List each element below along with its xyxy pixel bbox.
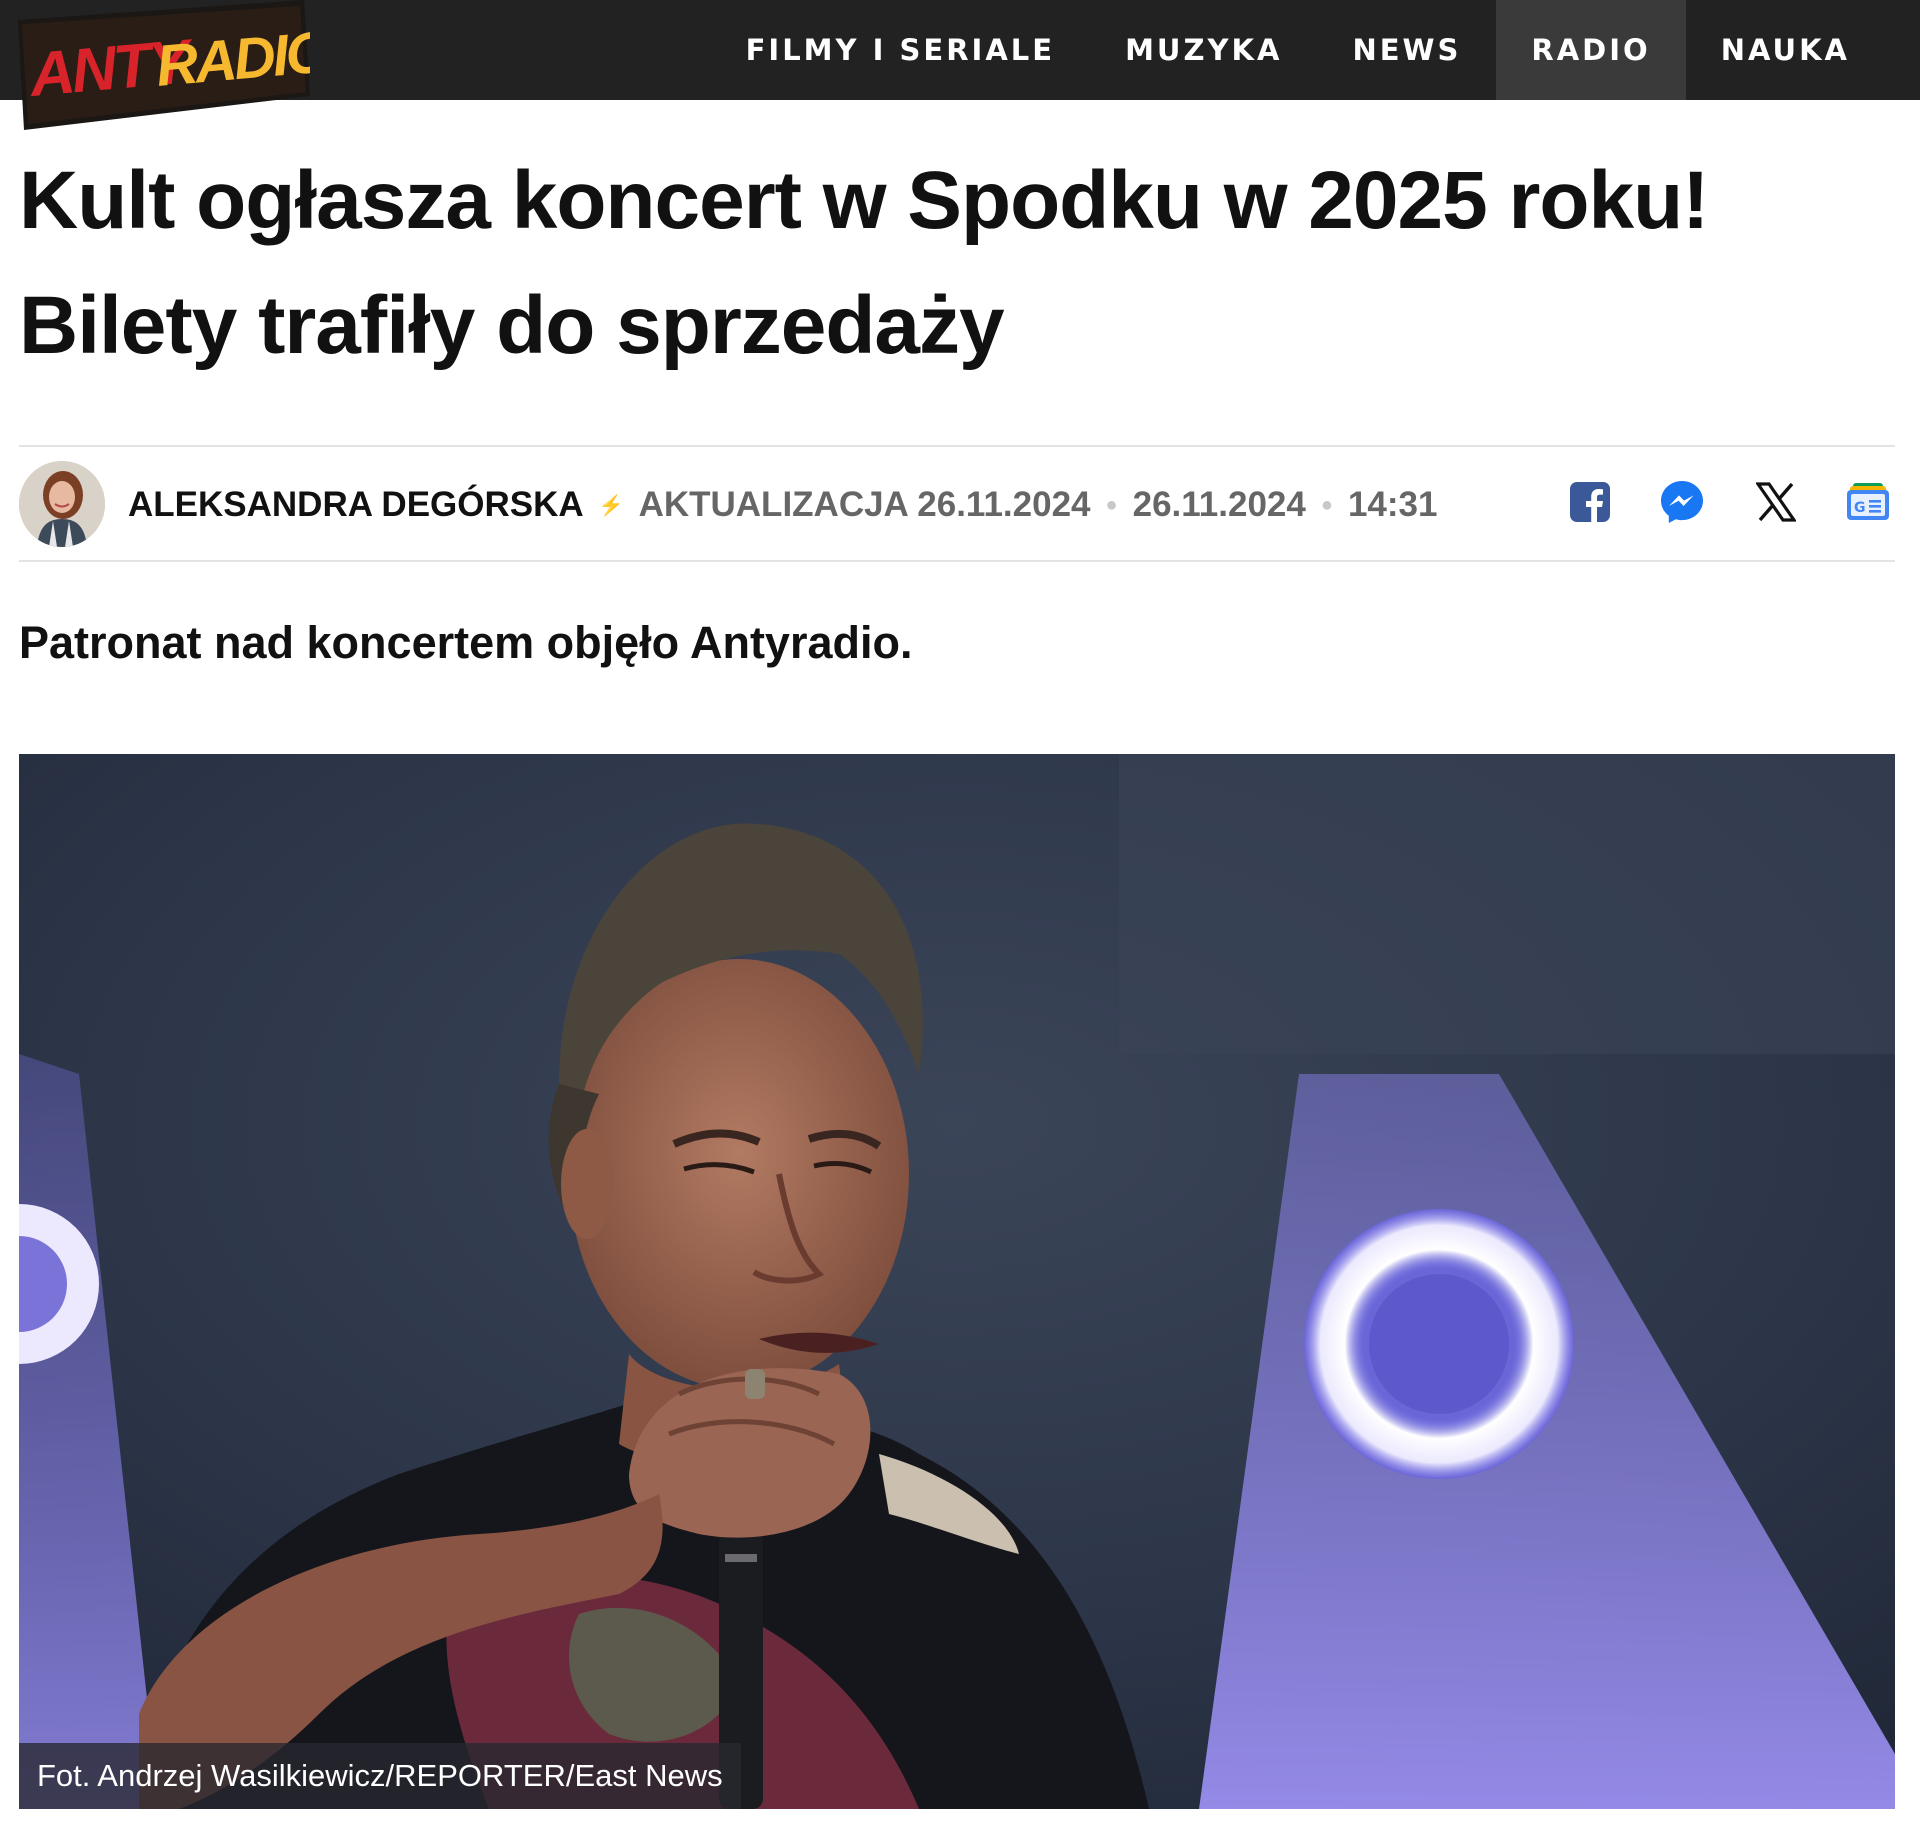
article-lead: Patronat nad koncertem objęło Antyradio. (19, 617, 913, 668)
meta-divider-bottom (19, 560, 1895, 562)
top-navigation-bar: ANTY RADIO FILMY I SERIALE MUZYKA NEWS R… (0, 0, 1920, 130)
nav-item-radio[interactable]: RADIO (1496, 0, 1686, 100)
author-avatar[interactable] (19, 461, 105, 547)
article-hero-image[interactable]: Fot. Andrzej Wasilkiewicz/REPORTER/East … (19, 754, 1895, 1809)
meta-separator-dot: ● (1320, 493, 1333, 516)
facebook-icon (1570, 482, 1610, 522)
article-title-line-2: Bilety trafiły do sprzedaży (19, 280, 1005, 371)
nav-item-nauka[interactable]: NAUKA (1686, 0, 1920, 100)
share-messenger-button[interactable] (1654, 474, 1710, 530)
x-icon (1756, 482, 1796, 522)
google-news-icon: G (1847, 483, 1889, 520)
svg-text:G: G (1854, 500, 1866, 516)
main-navigation: FILMY I SERIALE MUZYKA NEWS RADIO NAUKA (711, 0, 1920, 100)
messenger-icon (1661, 481, 1703, 523)
article-meta: ALEKSANDRA DEGÓRSKA ⚡ AKTUALIZACJA 26.11… (128, 482, 1437, 528)
published-date: 26.11.2024 (1132, 485, 1306, 524)
nav-item-muzyka[interactable]: MUZYKA (1090, 0, 1317, 100)
published-time: 14:31 (1347, 485, 1438, 524)
share-x-button[interactable] (1748, 474, 1804, 530)
image-caption: Fot. Andrzej Wasilkiewicz/REPORTER/East … (19, 1743, 741, 1809)
article-title: Kult ogłasza koncert w Spodku w 2025 rok… (19, 138, 1899, 388)
share-facebook-button[interactable] (1562, 474, 1618, 530)
nav-item-filmy-i-seriale[interactable]: FILMY I SERIALE (711, 0, 1090, 100)
article-title-line-1: Kult ogłasza koncert w Spodku w 2025 rok… (19, 155, 1709, 246)
meta-divider-top (19, 445, 1895, 447)
antyradio-logo[interactable]: ANTY RADIO (18, 0, 310, 130)
share-google-news-button[interactable]: G (1840, 474, 1896, 530)
author-name[interactable]: ALEKSANDRA DEGÓRSKA (128, 485, 584, 525)
meta-separator-bolt: ⚡ (598, 494, 624, 517)
updated-date: AKTUALIZACJA 26.11.2024 (638, 485, 1091, 524)
meta-separator-dot: ● (1105, 493, 1118, 516)
nav-item-news[interactable]: NEWS (1317, 0, 1496, 100)
concert-photo (19, 754, 1895, 1809)
